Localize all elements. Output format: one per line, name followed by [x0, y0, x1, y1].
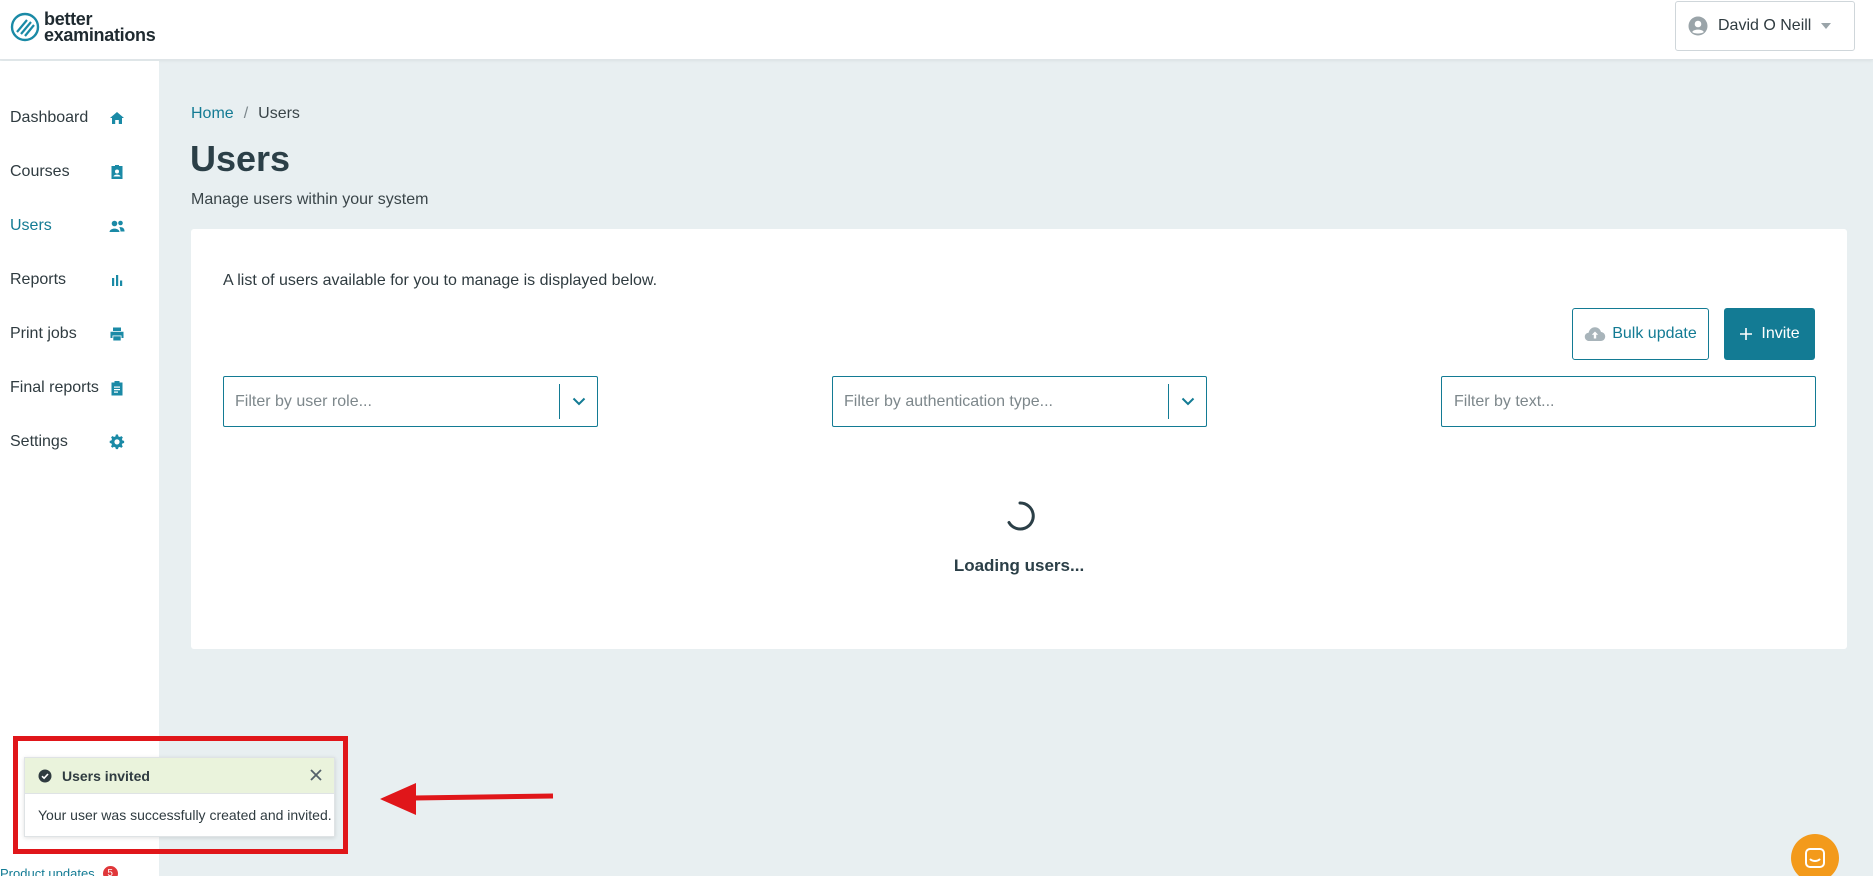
top-bar: better examinations David O Neill — [0, 0, 1873, 60]
annotation-arrow-icon — [380, 783, 554, 815]
bar-chart-icon — [112, 275, 123, 286]
chevron-down-icon — [1821, 23, 1832, 29]
user-role-placeholder: Filter by user role... — [235, 392, 372, 410]
brand-logo[interactable]: better examinations — [10, 10, 156, 45]
invite-button[interactable]: Invite — [1724, 308, 1815, 360]
sidebar-item-label: Final reports — [10, 379, 99, 396]
text-filter-input[interactable] — [1441, 376, 1816, 427]
success-toast: Users invited Your user was successfully… — [24, 757, 335, 837]
users-description: A list of users available for you to man… — [223, 272, 658, 289]
sidebar-item-users[interactable]: Users — [10, 211, 125, 241]
cloud-upload-icon — [1585, 327, 1606, 341]
sidebar-item-final-reports[interactable]: Final reports — [10, 373, 125, 403]
badge-icon — [111, 165, 123, 179]
sidebar-item-dashboard[interactable]: Dashboard — [10, 103, 125, 133]
breadcrumb: Home / Users — [191, 105, 300, 123]
authentication-type-placeholder: Filter by authentication type... — [844, 392, 1053, 410]
check-circle-icon — [38, 769, 52, 782]
sidebar-item-label: Settings — [10, 433, 68, 450]
users-card: A list of users available for you to man… — [191, 229, 1847, 649]
toast-header: Users invited — [25, 758, 334, 794]
breadcrumb-current: Users — [258, 105, 300, 122]
breadcrumb-home-link[interactable]: Home — [191, 105, 234, 123]
user-avatar-icon — [1688, 16, 1708, 36]
sidebar-item-settings[interactable]: Settings — [10, 427, 125, 457]
user-name: David O Neill — [1718, 17, 1812, 34]
authentication-type-filter[interactable]: Filter by authentication type... — [832, 376, 1207, 427]
bulk-update-button[interactable]: Bulk update — [1572, 308, 1709, 360]
user-menu-dropdown[interactable]: David O Neill — [1675, 1, 1855, 51]
plus-icon — [1740, 328, 1753, 340]
close-icon[interactable] — [308, 767, 324, 783]
sidebar-item-label: Users — [10, 217, 52, 234]
toast-title: Users invited — [62, 767, 150, 784]
user-role-filter[interactable]: Filter by user role... — [223, 376, 598, 427]
sidebar-item-reports[interactable]: Reports — [10, 265, 125, 295]
printer-icon — [110, 327, 124, 341]
gear-icon — [109, 434, 125, 450]
chevron-down-icon[interactable] — [1169, 397, 1206, 406]
toast-message: Your user was successfully created and i… — [38, 807, 332, 823]
sidebar-item-label: Dashboard — [10, 109, 89, 126]
page-subtitle: Manage users within your system — [191, 191, 429, 208]
users-icon — [109, 220, 125, 232]
sidebar-item-label: Courses — [10, 163, 70, 180]
sidebar-item-courses[interactable]: Courses — [10, 157, 125, 187]
loading-text: Loading users... — [953, 556, 1085, 575]
loading-spinner-icon — [1007, 501, 1035, 531]
product-updates-label: Product updates — [0, 866, 95, 876]
product-updates-badge: 5 — [102, 866, 118, 876]
invite-label: Invite — [1761, 325, 1800, 342]
product-updates-link[interactable]: Product updates 5 — [0, 866, 118, 876]
sidebar-item-label: Reports — [10, 271, 67, 288]
chat-launcher-button[interactable] — [1791, 834, 1839, 876]
logo-text: better examinations — [44, 10, 156, 45]
home-icon — [110, 112, 124, 124]
chevron-down-icon[interactable] — [560, 397, 597, 406]
bulk-update-label: Bulk update — [1612, 325, 1697, 342]
logo-line-2: examinations — [44, 25, 156, 45]
sidebar-item-print-jobs[interactable]: Print jobs — [10, 319, 125, 349]
breadcrumb-separator: / — [243, 105, 249, 122]
sidebar-item-label: Print jobs — [10, 325, 77, 342]
page-title: Users — [190, 138, 291, 179]
clipboard-icon — [111, 381, 123, 396]
logo-mark-icon — [10, 12, 40, 42]
chat-icon — [1805, 848, 1825, 868]
